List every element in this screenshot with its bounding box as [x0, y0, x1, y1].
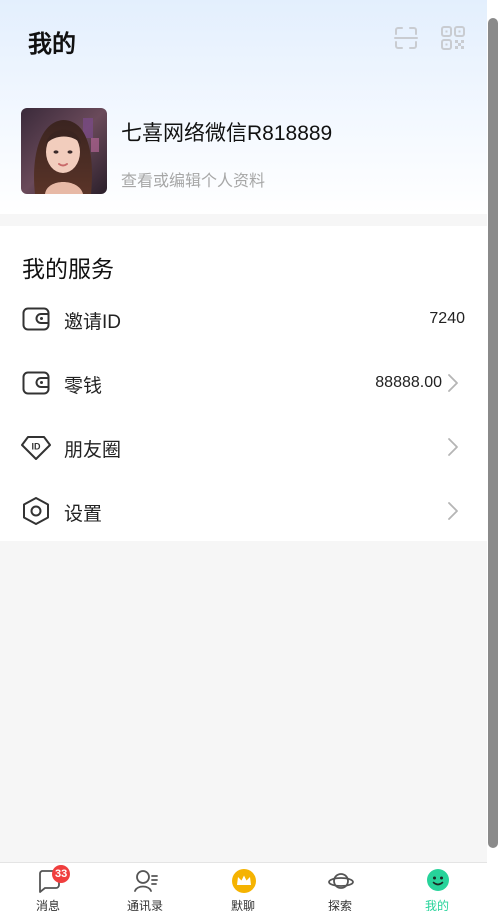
service-label: 邀请ID [64, 312, 122, 333]
service-label: 零钱 [64, 376, 103, 397]
services-title: 我的服务 [22, 256, 114, 282]
invite-id-value: 7240 [429, 310, 465, 327]
service-label: 朋友圈 [64, 440, 122, 461]
my-services-section: 我的服务 邀请ID 7240 零钱 88888.00 ID 朋友圈 设置 [0, 226, 487, 541]
profile-header: 我的 七喜网络微信R818889 查看或编辑个人资料 [0, 0, 487, 214]
bottom-tab-bar: 33 消息 通讯录 默聊 探索 我的 [0, 862, 487, 911]
service-row-invite-id[interactable]: 邀请ID 7240 [0, 290, 487, 346]
smiley-face-icon [427, 869, 449, 891]
tab-label: 探索 [327, 899, 352, 911]
balance-value: 88888.00 [375, 374, 442, 391]
scan-icon[interactable] [392, 24, 420, 52]
id-badge-icon: ID [21, 436, 51, 460]
page: 我的 七喜网络微信R818889 查看或编辑个人资料 我的服务 邀请ID 724… [0, 0, 487, 911]
avatar[interactable] [21, 108, 107, 194]
crown-icon [232, 869, 256, 893]
hexagon-settings-icon [23, 497, 49, 525]
service-label: 设置 [64, 504, 103, 525]
chevron-right-icon [448, 374, 458, 392]
wallet-icon [22, 307, 50, 331]
tab-messages[interactable]: 33 消息 [0, 863, 96, 911]
tab-me[interactable]: 我的 [389, 863, 485, 911]
avatar-photo [21, 108, 107, 194]
svg-text:ID: ID [32, 442, 42, 452]
tab-label: 我的 [424, 899, 449, 911]
scrollbar-thumb[interactable] [488, 18, 498, 848]
contacts-icon [134, 870, 158, 892]
tab-contacts[interactable]: 通讯录 [97, 863, 193, 911]
tab-silent-chat[interactable]: 默聊 [195, 863, 291, 911]
unread-badge: 33 [52, 865, 71, 883]
profile-name[interactable]: 七喜网络微信R818889 [121, 117, 332, 147]
planet-icon [328, 873, 354, 889]
tab-label: 消息 [35, 899, 60, 911]
tab-label: 通讯录 [126, 899, 163, 911]
tab-explore[interactable]: 探索 [292, 863, 388, 911]
tab-label: 默聊 [230, 899, 255, 911]
qr-code-icon[interactable] [439, 24, 467, 52]
edit-profile-link[interactable]: 查看或编辑个人资料 [121, 167, 265, 191]
page-title: 我的 [28, 31, 76, 58]
wallet-icon [22, 371, 50, 395]
chevron-right-icon [448, 502, 458, 520]
chevron-right-icon [448, 438, 458, 456]
service-row-moments[interactable]: ID 朋友圈 [0, 418, 487, 474]
service-row-settings[interactable]: 设置 [0, 482, 487, 538]
service-row-change[interactable]: 零钱 88888.00 [0, 354, 487, 410]
